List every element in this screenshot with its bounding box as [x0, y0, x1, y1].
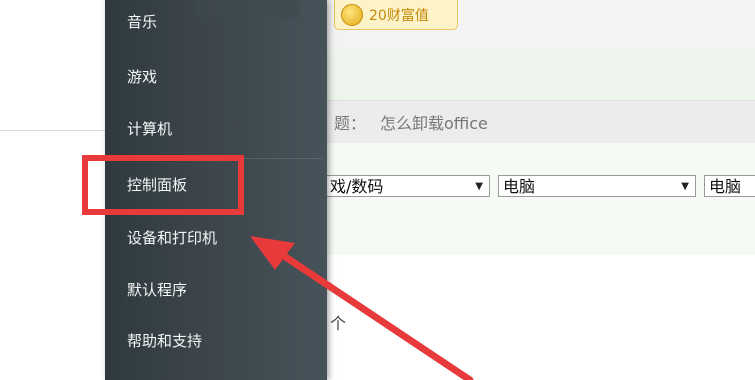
annotation-arrow-icon: [250, 236, 474, 380]
